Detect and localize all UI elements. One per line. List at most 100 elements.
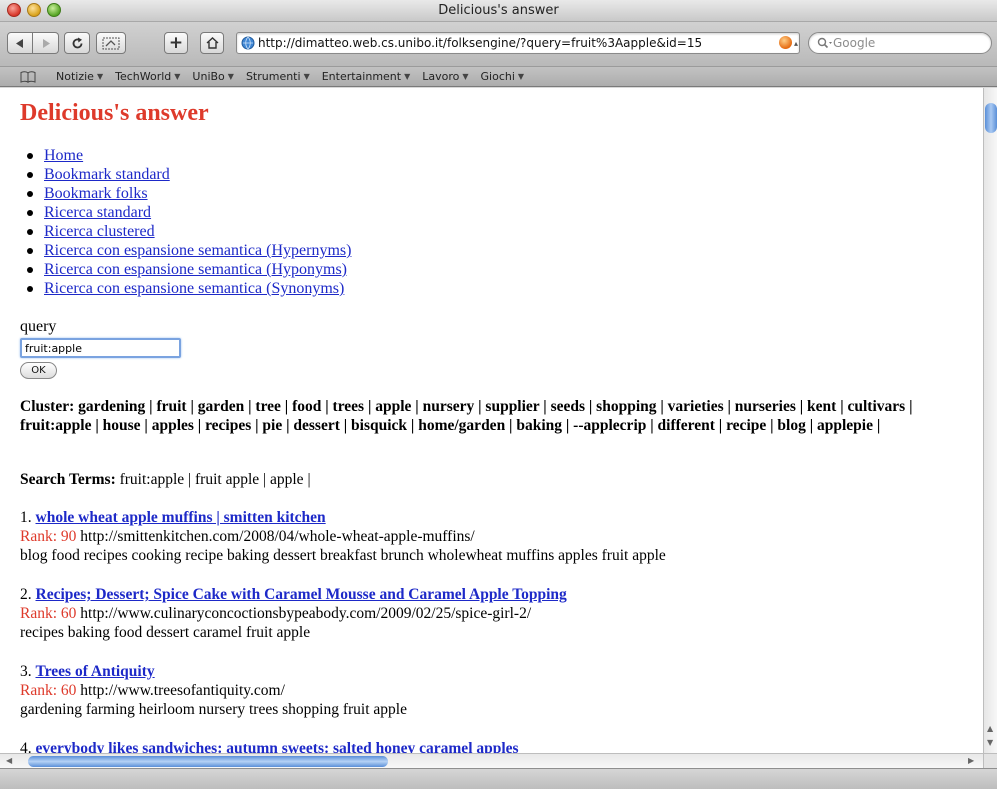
bookmark-folder-entertainment[interactable]: Entertainment ▼: [322, 70, 411, 83]
result-title-link[interactable]: whole wheat apple muffins | smitten kitc…: [36, 509, 326, 526]
snapback-button[interactable]: [96, 32, 126, 54]
result-number: 4.: [20, 740, 32, 753]
bookmark-folder-techworld[interactable]: TechWorld ▼: [115, 70, 180, 83]
nav-item: Ricerca standard: [26, 203, 351, 222]
nav-item: Ricerca con espansione semantica (Synony…: [26, 279, 351, 298]
bookmark-folder-giochi[interactable]: Giochi ▼: [481, 70, 525, 83]
reload-button[interactable]: [64, 32, 90, 54]
scroll-right-arrow-icon[interactable]: ▶: [968, 756, 974, 765]
title-bar: Delicious's answer: [0, 0, 997, 22]
add-bookmark-button[interactable]: +: [164, 32, 188, 54]
vertical-scrollbar[interactable]: ▲ ▼: [983, 88, 997, 753]
bookmark-folder-strumenti[interactable]: Strumenti ▼: [246, 70, 310, 83]
chevron-down-icon: ▼: [227, 72, 234, 81]
bookmarks-book-icon[interactable]: [20, 71, 36, 83]
chevron-down-icon: ▼: [404, 72, 411, 81]
chevron-down-icon: ▼: [462, 72, 469, 81]
bookmark-label: Giochi: [480, 70, 515, 83]
nav-link-ricerca-standard[interactable]: Ricerca standard: [44, 204, 151, 221]
page-title: Delicious's answer: [20, 100, 209, 126]
horizontal-scroll-thumb[interactable]: [28, 756, 388, 767]
chevron-down-icon: ▼: [303, 72, 310, 81]
result-rank-line: Rank: 90 http://smittenkitchen.com/2008/…: [20, 527, 666, 546]
result-title-line: 1. whole wheat apple muffins | smitten k…: [20, 508, 666, 527]
nav-link-hyponyms[interactable]: Ricerca con espansione semantica (Hypony…: [44, 261, 347, 278]
rss-icon[interactable]: [779, 36, 792, 49]
search-terms-label: Search Terms:: [20, 471, 116, 488]
back-button[interactable]: [7, 32, 33, 54]
address-bar[interactable]: http://dimatteo.web.cs.unibo.it/folkseng…: [236, 32, 800, 54]
bookmark-label: Strumenti: [245, 70, 301, 83]
scrollbar-corner: [983, 753, 997, 768]
back-arrow-icon: [16, 38, 23, 48]
search-input[interactable]: Google: [808, 32, 992, 54]
nav-item: Ricerca clustered: [26, 222, 351, 241]
home-button[interactable]: [200, 32, 224, 54]
scroll-up-arrow-icon[interactable]: ▲: [987, 724, 993, 733]
result-url: http://www.culinaryconcoctionsbypeabody.…: [76, 605, 532, 622]
window-title: Delicious's answer: [438, 3, 559, 18]
nav-item: Ricerca con espansione semantica (Hypern…: [26, 241, 351, 260]
search-terms-value: fruit:apple | fruit apple | apple |: [115, 471, 311, 488]
chevron-down-icon: ▼: [96, 72, 104, 81]
result-tags: recipes baking food dessert caramel frui…: [20, 624, 311, 641]
result-title-link[interactable]: everybody likes sandwiches: autumn sweet…: [36, 740, 519, 753]
globe-icon: [241, 36, 255, 50]
back-forward-group: [7, 32, 59, 54]
query-input[interactable]: [20, 338, 181, 358]
search-result: 1. whole wheat apple muffins | smitten k…: [20, 508, 666, 565]
nav-link-bookmark-folks[interactable]: Bookmark folks: [44, 185, 148, 202]
result-title-link[interactable]: Trees of Antiquity: [36, 663, 155, 680]
address-dropdown-arrow-icon[interactable]: ▴: [794, 39, 798, 48]
nav-link-home[interactable]: Home: [44, 147, 83, 164]
vertical-scroll-thumb[interactable]: [985, 103, 997, 133]
bookmark-folder-notizie[interactable]: Notizie ▼: [56, 70, 103, 83]
bookmark-label: TechWorld: [115, 70, 172, 83]
scroll-down-arrow-icon[interactable]: ▼: [987, 738, 993, 747]
result-rank: Rank: 90: [20, 528, 77, 545]
forward-button[interactable]: [33, 32, 59, 54]
nav-item: Home: [26, 146, 351, 165]
bookmark-folder-unibo[interactable]: UniBo ▼: [192, 70, 234, 83]
forward-arrow-icon: [42, 38, 50, 48]
result-title-link[interactable]: Recipes; Dessert; Spice Cake with Carame…: [36, 586, 567, 603]
home-icon: [206, 37, 218, 49]
nav-item: Bookmark standard: [26, 165, 351, 184]
result-number: 1.: [20, 509, 32, 526]
result-tags: blog food recipes cooking recipe baking …: [20, 547, 666, 564]
page-content: Delicious's answer Home Bookmark standar…: [0, 88, 983, 753]
nav-item: Bookmark folks: [26, 184, 351, 203]
chevron-down-icon: ▼: [174, 72, 181, 81]
site-navigation: Home Bookmark standard Bookmark folks Ri…: [26, 146, 351, 298]
search-result: 2. Recipes; Dessert; Spice Cake with Car…: [20, 585, 567, 642]
scroll-left-arrow-icon[interactable]: ◀: [6, 756, 12, 765]
nav-link-ricerca-clustered[interactable]: Ricerca clustered: [44, 223, 155, 240]
search-terms: Search Terms: fruit:apple | fruit apple …: [20, 471, 311, 489]
search-result: 4. everybody likes sandwiches: autumn sw…: [20, 739, 519, 753]
result-number: 3.: [20, 663, 32, 680]
bookmark-label: Lavoro: [422, 70, 460, 83]
nav-link-bookmark-standard[interactable]: Bookmark standard: [44, 166, 170, 183]
nav-link-hypernyms[interactable]: Ricerca con espansione semantica (Hypern…: [44, 242, 351, 259]
search-icon: [817, 37, 832, 49]
bookmark-label: UniBo: [192, 70, 225, 83]
result-rank-line: Rank: 60 http://www.culinaryconcoctionsb…: [20, 604, 567, 623]
chevron-down-icon: ▼: [517, 72, 525, 81]
status-bar: [0, 768, 997, 789]
search-placeholder: Google: [833, 36, 876, 50]
bookmarks-bar: Notizie ▼ TechWorld ▼ UniBo ▼ Strumenti ▼ En…: [0, 66, 997, 87]
horizontal-scrollbar[interactable]: ◀ ▶: [0, 753, 983, 768]
search-result: 3. Trees of Antiquity Rank: 60 http://ww…: [20, 662, 407, 719]
result-url: http://smittenkitchen.com/2008/04/whole-…: [76, 528, 475, 545]
result-number: 2.: [20, 586, 32, 603]
result-rank: Rank: 60: [20, 682, 77, 699]
address-text: http://dimatteo.web.cs.unibo.it/folkseng…: [258, 36, 703, 50]
bookmark-label: Entertainment: [321, 70, 402, 83]
nav-link-synonyms[interactable]: Ricerca con espansione semantica (Synony…: [44, 280, 344, 297]
bookmark-folder-lavoro[interactable]: Lavoro ▼: [422, 70, 468, 83]
ok-button[interactable]: OK: [20, 362, 57, 379]
bookmark-label: Notizie: [56, 70, 94, 83]
result-title-line: 4. everybody likes sandwiches: autumn sw…: [20, 739, 519, 753]
nav-item: Ricerca con espansione semantica (Hypony…: [26, 260, 351, 279]
result-title-line: 2. Recipes; Dessert; Spice Cake with Car…: [20, 585, 567, 604]
